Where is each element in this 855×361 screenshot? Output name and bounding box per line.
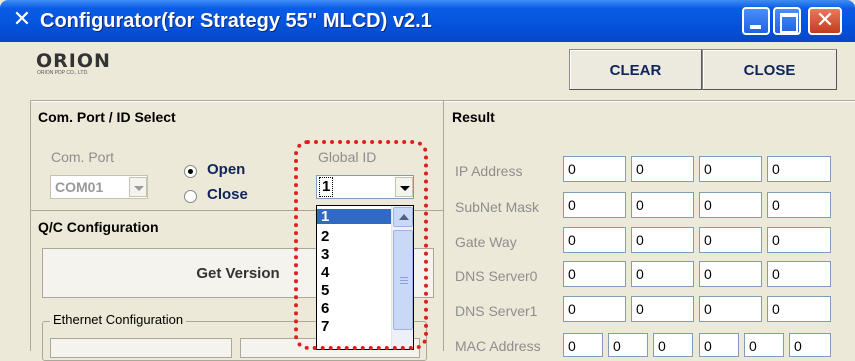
maximize-button[interactable] [773,7,801,35]
gateway-octet-4[interactable]: 0 [767,227,831,253]
port-panel-title: Com. Port / ID Select [38,109,176,125]
clear-button[interactable]: CLEAR [569,49,702,90]
open-label[interactable]: Open [207,161,245,178]
close-button[interactable]: CLOSE [702,49,837,90]
chevron-down-icon [134,186,144,191]
dns-server1-octet-4[interactable]: 0 [767,296,831,322]
mac-octet-6[interactable]: 0 [789,333,831,357]
result-panel-title: Result [452,109,495,125]
mac-octet-4[interactable]: 0 [699,333,739,357]
open-radio[interactable] [184,165,197,178]
dns-server0-octet-2[interactable]: 0 [631,261,694,287]
dns-server0-octet-3[interactable]: 0 [699,261,762,287]
com-port-label: Com. Port [51,149,115,165]
subnet-mask-label: SubNet Mask [455,199,540,215]
dns-server1-octet-2[interactable]: 0 [631,296,694,322]
dns-server0-octet-4[interactable]: 0 [767,261,831,287]
ethernet-button-1[interactable] [50,338,232,358]
ip-address-label: IP Address [455,163,523,179]
subnet-mask-octet-1[interactable]: 0 [563,192,626,218]
ip-address-octet-1[interactable]: 0 [563,156,626,182]
qc-panel-title: Q/C Configuration [38,219,159,235]
subnet-mask-octet-2[interactable]: 0 [631,192,694,218]
mac-address-label: MAC Address [455,338,541,354]
close-icon: ✕ [815,8,835,33]
gateway-label: Gate Way [455,234,517,250]
dns-server0-octet-1[interactable]: 0 [563,261,626,287]
ip-address-octet-2[interactable]: 0 [631,156,694,182]
mac-octet-2[interactable]: 0 [608,333,648,357]
subnet-mask-octet-3[interactable]: 0 [699,192,762,218]
subnet-mask-octet-4[interactable]: 0 [767,192,831,218]
tools-icon: ✕ [12,7,32,32]
gateway-octet-2[interactable]: 0 [631,227,694,253]
window-title: Configurator(for Strategy 55" MLCD) v2.1 [40,10,432,32]
gateway-octet-3[interactable]: 0 [699,227,762,253]
highlight-annotation [294,140,428,350]
ip-address-octet-4[interactable]: 0 [767,156,831,182]
mac-octet-3[interactable]: 0 [653,333,693,357]
ip-address-octet-3[interactable]: 0 [699,156,762,182]
logo-subtext: ORION PDP CO., LTD. [37,70,89,76]
ethernet-label: Ethernet Configuration [50,312,187,327]
mac-octet-1[interactable]: 0 [563,333,603,357]
com-port-select[interactable]: COM01 [50,175,148,199]
dns-server1-label: DNS Server1 [455,303,538,319]
logo-text: ORION [36,50,111,72]
dns-server1-octet-1[interactable]: 0 [563,296,626,322]
minimize-icon [750,25,761,29]
close-window-button[interactable]: ✕ [808,7,842,35]
left-edge [30,101,31,351]
close-label[interactable]: Close [207,186,248,203]
panel-divider [443,101,444,351]
com-port-value: COM01 [55,179,104,195]
minimize-button[interactable] [742,7,770,35]
dns-server1-octet-3[interactable]: 0 [699,296,762,322]
orion-logo: ORION ORION PDP CO., LTD. [36,50,111,76]
maximize-icon [780,13,798,33]
gateway-octet-1[interactable]: 0 [563,227,626,253]
com-port-dropdown-button[interactable] [129,177,147,197]
dns-server0-label: DNS Server0 [455,268,538,284]
mac-octet-5[interactable]: 0 [744,333,784,357]
close-radio[interactable] [184,190,197,203]
